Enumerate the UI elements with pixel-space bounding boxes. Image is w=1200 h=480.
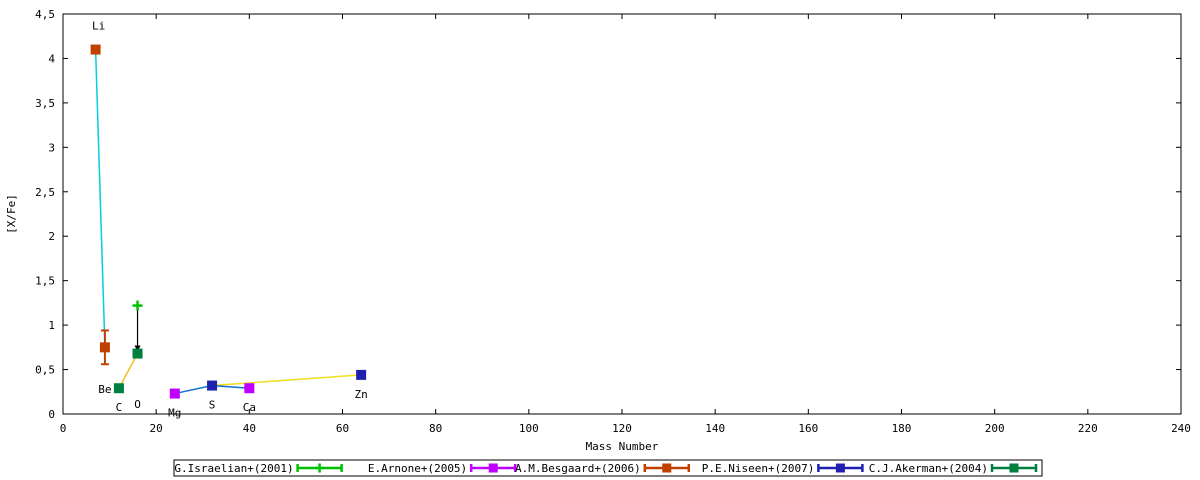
element-label: Mg: [168, 407, 181, 420]
element-label: C: [116, 401, 123, 414]
element-label: Li: [92, 20, 105, 33]
square-marker: [99, 342, 110, 353]
square-marker: [488, 463, 498, 473]
x-tick-label: 180: [892, 422, 912, 435]
square-marker: [356, 369, 367, 380]
element-label: O: [134, 398, 141, 411]
legend-label: E.Arnone+(2005): [368, 462, 467, 475]
square-marker: [132, 348, 143, 359]
element-label: Be: [98, 383, 111, 396]
y-tick-label: 4,5: [35, 8, 55, 21]
y-tick-label: 3,5: [35, 97, 55, 110]
square-marker: [244, 383, 255, 394]
legend-label: P.E.Niseen+(2007): [702, 462, 815, 475]
y-tick-label: 1: [48, 319, 55, 332]
element-labels: LiBeC OMgS CaZn: [92, 20, 368, 420]
x-tick-label: 20: [150, 422, 163, 435]
legend-label: G.Israelian+(2001): [174, 462, 293, 475]
square-marker: [169, 388, 180, 399]
legend: G.Israelian+(2001) E.Arnone+(2005) A.M.Bes…: [173, 459, 1043, 477]
square-marker: [662, 463, 672, 473]
y-tick-label: 2: [48, 230, 55, 243]
element-label: S: [209, 399, 216, 412]
x-tick-label: 80: [429, 422, 442, 435]
x-tick-label: 160: [798, 422, 818, 435]
square-marker: [835, 463, 845, 473]
x-tick-label: 140: [705, 422, 725, 435]
legend-label: A.M.Besgaard+(2006): [515, 462, 641, 475]
connector-lines: [94, 49, 362, 395]
x-tick-label: 240: [1171, 422, 1191, 435]
square-marker: [207, 380, 218, 391]
x-axis-label: Mass Number: [586, 440, 659, 453]
x-tick-label: 0: [60, 422, 67, 435]
x-tick-label: 120: [612, 422, 632, 435]
x-tick-label: 100: [519, 422, 539, 435]
y-axis-ticks: 0 0,5 1 1,5 2 2,5 3 3,5 4 4,5: [35, 8, 1181, 421]
y-tick-label: 0,5: [35, 364, 55, 377]
square-marker: [113, 383, 124, 394]
chart-canvas: LiBeC OMgS CaZn 0 20 40 60 80 100 120 140 160 180 20…: [5, 8, 1191, 477]
connector-line: [94, 49, 106, 348]
square-marker: [1009, 463, 1019, 473]
connector-line: [212, 374, 362, 387]
x-tick-label: 60: [336, 422, 349, 435]
plot-frame: [62, 13, 1182, 415]
legend-label: C.J.Akerman+(2004): [869, 462, 988, 475]
element-label: Zn: [355, 388, 368, 401]
y-axis-label: [X/Fe]: [5, 194, 18, 234]
square-marker: [90, 44, 101, 55]
data-markers: [90, 44, 367, 399]
x-tick-label: 200: [985, 422, 1005, 435]
x-axis-ticks: 0 20 40 60 80 100 120 140 160 180 200 220 240: [60, 14, 1191, 435]
connector-line: [118, 353, 139, 389]
y-tick-label: 2,5: [35, 186, 55, 199]
y-tick-label: 4: [48, 52, 55, 65]
x-tick-label: 220: [1078, 422, 1098, 435]
y-tick-label: 0: [48, 408, 55, 421]
y-tick-label: 1,5: [35, 275, 55, 288]
x-tick-label: 40: [243, 422, 256, 435]
y-tick-label: 3: [48, 141, 55, 154]
